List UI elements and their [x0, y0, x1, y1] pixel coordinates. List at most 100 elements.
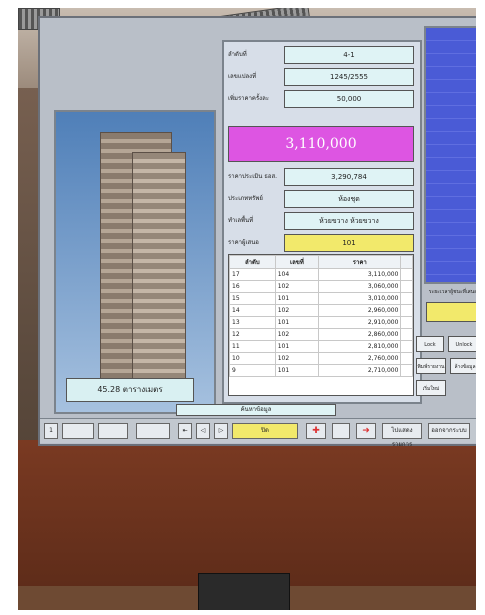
current-price: 3,110,000 — [228, 126, 414, 162]
field-value[interactable]: 101 — [284, 234, 414, 252]
field-appraisal: ราคาประเมิน ธอส. 3,290,784 — [228, 168, 414, 186]
wall-panel — [358, 440, 476, 610]
side-value-box[interactable] — [426, 302, 476, 322]
cell-order: 16 — [229, 280, 276, 293]
record-number[interactable]: 1 — [44, 423, 58, 439]
cell-bidder: 102 — [274, 280, 320, 293]
table-row[interactable]: 12 102 2,860,000 — [229, 328, 413, 341]
cell-bidder: 104 — [274, 268, 320, 281]
restart-button[interactable]: เริ่มใหม่ — [416, 380, 446, 396]
cell-price: 2,860,000 — [318, 328, 402, 341]
cell-order: 11 — [229, 340, 276, 353]
blank-button[interactable] — [332, 423, 350, 439]
table-row[interactable]: 11 101 2,810,000 — [229, 340, 413, 353]
room-photo: 45.28 ตารางเมตร ลำดับที่ 4-1 เลขแปลงที่ … — [18, 8, 476, 610]
wall-panel — [18, 440, 130, 610]
building-photo — [54, 110, 216, 414]
table-row[interactable]: 10 102 2,760,000 — [229, 352, 413, 365]
field-label: ทำเลพื้นที่ — [228, 217, 254, 224]
cell-bidder: 101 — [274, 316, 320, 329]
logout-button[interactable]: ออกจากระบบ — [428, 423, 470, 439]
table-row[interactable]: 16 102 3,060,000 — [229, 280, 413, 293]
field-location: ทำเลพื้นที่ ห้วยขวาง ห้วยขวาง — [228, 212, 414, 230]
cell-price: 2,910,000 — [318, 316, 402, 329]
side-list[interactable] — [424, 26, 476, 284]
cell-extra — [400, 268, 413, 281]
table-row[interactable]: 17 104 3,110,000 — [229, 268, 413, 281]
cell-extra — [400, 304, 413, 317]
field-label: เพิ่มราคาครั้งละ — [228, 95, 270, 102]
close-button[interactable]: ปิด — [232, 423, 298, 439]
cell-price: 3,010,000 — [318, 292, 402, 305]
arrow-right-icon[interactable]: ➜ — [356, 423, 376, 439]
cell-price: 2,810,000 — [318, 340, 402, 353]
cell-extra — [400, 292, 413, 305]
bid-history-table: ลำดับ เลขที่ ราคา 17 104 3,110,000 16 10… — [228, 254, 414, 396]
col-header: ราคา — [318, 255, 402, 269]
field-value[interactable]: 50,000 — [284, 90, 414, 108]
cell-order: 13 — [229, 316, 276, 329]
cell-extra — [400, 352, 413, 365]
nav-next-icon[interactable]: ▷ — [214, 423, 228, 439]
cell-bidder: 102 — [274, 304, 320, 317]
table-row[interactable]: 14 102 2,960,000 — [229, 304, 413, 317]
search-label-bar[interactable]: ค้นหาข้อมูล — [176, 404, 336, 416]
nav-first-icon[interactable]: ⇤ — [178, 423, 192, 439]
add-icon[interactable]: ✚ — [306, 423, 326, 439]
field-label: เลขแปลงที่ — [228, 73, 257, 80]
field-value[interactable]: ห้องชุด — [284, 190, 414, 208]
cell-price: 2,960,000 — [318, 304, 402, 317]
cell-bidder: 101 — [274, 364, 320, 377]
cell-order: 15 — [229, 292, 276, 305]
cell-bidder: 101 — [274, 292, 320, 305]
cell-extra — [400, 328, 413, 341]
cell-order: 14 — [229, 304, 276, 317]
field-label: ลำดับที่ — [228, 51, 247, 58]
table-row[interactable]: 15 101 3,010,000 — [229, 292, 413, 305]
field-value[interactable]: 4-1 — [284, 46, 414, 64]
cell-price: 2,710,000 — [318, 364, 402, 377]
nav-field[interactable] — [136, 423, 170, 439]
unlock-button[interactable]: Unlock — [448, 336, 476, 352]
side-label: ระยะเวลาผู้ชนะที่เสนอราคา — [428, 289, 476, 307]
bottom-toolbar: 1 ⇤ ◁ ▷ ปิด ✚ ➜ ไปแสดงรายการ ออกจากระบบ — [40, 418, 476, 448]
col-header — [400, 255, 413, 269]
projector-screen: 45.28 ตารางเมตร ลำดับที่ 4-1 เลขแปลงที่ … — [38, 16, 476, 448]
lock-button[interactable]: Lock — [416, 336, 444, 352]
clear-data-button[interactable]: ล้างข้อมูล — [450, 358, 476, 374]
cell-extra — [400, 280, 413, 293]
field-label: ประเภททรัพย์ — [228, 195, 263, 202]
auction-panel: ลำดับที่ 4-1 เลขแปลงที่ 1245/2555 เพิ่มร… — [222, 40, 422, 404]
col-header: ลำดับ — [229, 255, 276, 269]
field-bidder: ราคาผู้เสนอ 101 — [228, 234, 414, 252]
field-order: ลำดับที่ 4-1 — [228, 46, 414, 64]
field-value[interactable]: 3,290,784 — [284, 168, 414, 186]
cell-extra — [400, 340, 413, 353]
field-property-type: ประเภททรัพย์ ห้องชุด — [228, 190, 414, 208]
cell-extra — [400, 364, 413, 377]
nav-prev-icon[interactable]: ◁ — [196, 423, 210, 439]
cell-order: 9 — [229, 364, 276, 377]
area-caption: 45.28 ตารางเมตร — [66, 378, 194, 402]
record-field[interactable] — [98, 423, 128, 439]
table-header-row: ลำดับ เลขที่ ราคา — [229, 255, 413, 269]
cell-bidder: 102 — [274, 328, 320, 341]
cell-price: 3,060,000 — [318, 280, 402, 293]
record-field[interactable] — [62, 423, 94, 439]
field-value[interactable]: 1245/2555 — [284, 68, 414, 86]
building-tower-b — [132, 152, 186, 389]
cell-order: 17 — [229, 268, 276, 281]
cell-order: 12 — [229, 328, 276, 341]
cell-bidder: 101 — [274, 340, 320, 353]
show-list-button[interactable]: ไปแสดงรายการ — [382, 423, 422, 448]
field-lot-number: เลขแปลงที่ 1245/2555 — [228, 68, 414, 86]
print-report-button[interactable]: พิมพ์รายงาน — [416, 358, 446, 374]
table-row[interactable]: 9 101 2,710,000 — [229, 364, 413, 377]
field-value[interactable]: ห้วยขวาง ห้วยขวาง — [284, 212, 414, 230]
cell-bidder: 102 — [274, 352, 320, 365]
cell-price: 2,760,000 — [318, 352, 402, 365]
cell-price: 3,110,000 — [318, 268, 402, 281]
podium — [198, 573, 290, 610]
table-row[interactable]: 13 101 2,910,000 — [229, 316, 413, 329]
field-increment: เพิ่มราคาครั้งละ 50,000 — [228, 90, 414, 108]
